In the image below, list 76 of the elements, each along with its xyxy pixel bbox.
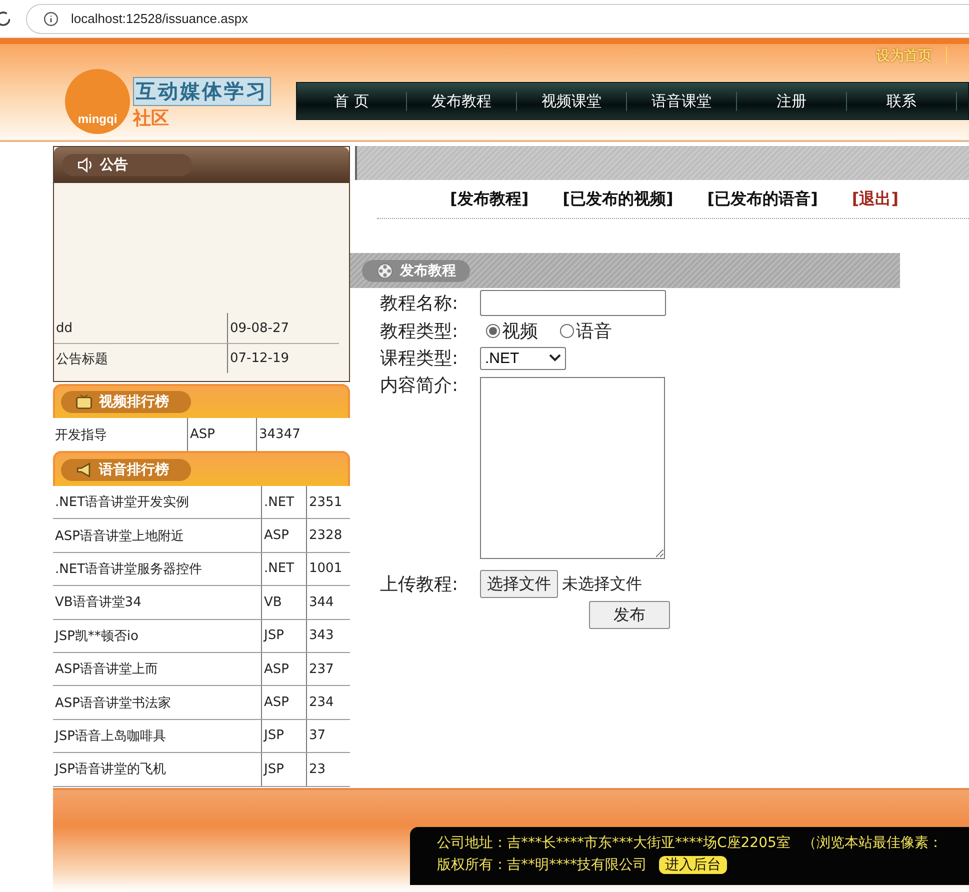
ranking-name-cell-text: ASP语音讲堂上地附近 (54, 528, 185, 546)
megaphone-icon (75, 460, 93, 478)
notice-title-cell[interactable]: 公告标题 (54, 344, 227, 373)
notice-title: 公告 (62, 154, 192, 176)
radio-option[interactable]: 语音 (560, 319, 612, 343)
ranking-name-cell-text: .NET语音讲堂开发实例 (54, 494, 190, 512)
ranking-category-cell: .NET (261, 486, 306, 518)
nav-link[interactable]: 语音课堂 (627, 92, 737, 110)
ranking-name-cell-text: ASP语音讲堂上而 (54, 661, 159, 680)
chevron-down-icon (549, 354, 561, 362)
speaker-icon (76, 156, 94, 174)
field-label: 教程名称: (380, 292, 460, 315)
field-label: 上传教程: (380, 573, 460, 596)
ranking-count-cell: 2351 (306, 486, 350, 518)
copyright-text: 版权所有：吉**明****技有限公司 (437, 856, 647, 874)
field-label: 教程类型: (380, 320, 460, 343)
reload-icon (0, 10, 10, 28)
ranking-category-cell: ASP (261, 686, 306, 719)
section-title: 发布教程 (400, 262, 456, 280)
logo-badge: mingqi (65, 69, 130, 134)
resolution-note: （浏览本站最佳像素： (802, 834, 942, 852)
ranking-category-cell: .NET (261, 552, 306, 586)
notice-title-cell[interactable]: dd (54, 313, 227, 343)
ranking-name-cell-text: JSP语音上岛咖啡具 (53, 728, 167, 746)
ranking-name-cell-text: .NET语音讲堂服务器控件 (54, 560, 204, 579)
ranking-name-cell-text: VB语音讲堂34 (54, 594, 142, 612)
ranking-count-cell: 2328 (306, 519, 350, 552)
field-label: 内容简介: (380, 374, 460, 397)
company-address: 公司地址：吉***长****市东***大街亚****场C座2205室 (437, 834, 790, 852)
ranking-count-cell: 1001 (306, 552, 350, 586)
submit-button[interactable]: 发布 (589, 601, 670, 629)
user-menu-link[interactable]: [退出] (852, 188, 898, 210)
ranking-category-cell: ASP (261, 519, 306, 552)
ranking-name-cell-text: JSP语音讲堂的飞机 (53, 761, 167, 780)
file-status: 未选择文件 (562, 574, 642, 594)
ranking-category-cell: ASP (261, 652, 306, 686)
admin-link[interactable]: 进入后台 (659, 856, 727, 874)
ranking-category-cell: JSP (261, 753, 306, 786)
ranking-name-cell-text: 开发指导 (54, 426, 108, 444)
info-icon (43, 10, 59, 26)
url-text: localhost:12528/issuance.aspx (71, 11, 248, 26)
ranking-title: 视频排行榜 (61, 391, 191, 413)
user-menu-link[interactable]: [已发布的语音] (707, 188, 818, 210)
user-menu-link[interactable]: [发布教程] (450, 188, 529, 210)
intro-textarea[interactable] (480, 377, 665, 559)
ranking-category-cell: VB (261, 586, 306, 619)
course-select[interactable]: .NET (480, 346, 566, 370)
name-input[interactable] (480, 290, 666, 316)
ranking-category-cell: JSP (261, 620, 306, 652)
ranking-title: 语音排行榜 (61, 458, 191, 480)
ranking-category-cell: JSP (261, 720, 306, 752)
radio-option[interactable]: 视频 (486, 319, 538, 343)
nav-link[interactable]: 注册 (737, 92, 847, 110)
notice-date-cell: 07-12-19 (227, 344, 339, 373)
tv-icon (75, 393, 93, 411)
ranking-count-cell: 23 (306, 753, 350, 786)
logo-subtitle: 社区 (133, 107, 170, 130)
radio-icon[interactable] (560, 324, 574, 338)
ranking-name-cell-text: ASP语音讲堂书法家 (54, 694, 172, 713)
ranking-count-cell: 237 (306, 652, 350, 686)
choose-file-button[interactable]: 选择文件 (480, 570, 558, 598)
ranking-count-cell: 234 (306, 686, 350, 719)
logo-title: 互动媒体学习 (133, 77, 271, 106)
ranking-count-cell: 37 (306, 720, 350, 752)
nav-link[interactable]: 首 页 (297, 92, 407, 110)
ranking-count-cell: 343 (306, 620, 350, 652)
ranking-count-cell: 344 (306, 586, 350, 619)
radio-icon[interactable] (486, 324, 500, 338)
nav-link[interactable]: 发布教程 (407, 92, 517, 110)
nav-link[interactable]: 联系 (847, 92, 957, 110)
nav-link[interactable]: 视频课堂 (517, 92, 627, 110)
ranking-name-cell-text: JSP凯**顿否io (53, 628, 140, 646)
field-label: 课程类型: (380, 347, 460, 370)
address-bar[interactable]: localhost:12528/issuance.aspx (26, 4, 969, 34)
notice-date-cell: 09-08-27 (227, 313, 339, 343)
user-menu-link[interactable]: [已发布的视频] (562, 188, 674, 210)
